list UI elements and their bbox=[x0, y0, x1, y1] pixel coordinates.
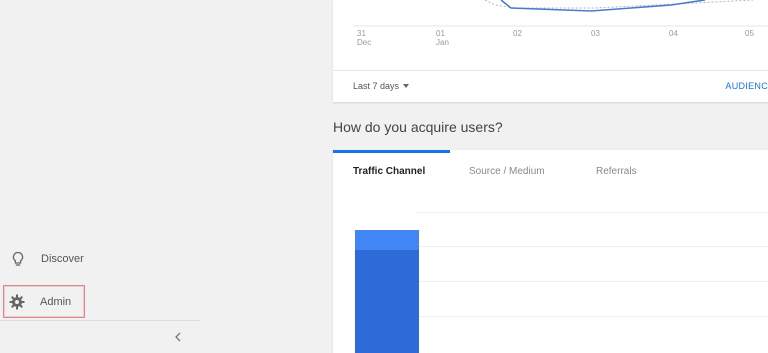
chart-gridline bbox=[416, 281, 768, 282]
x-axis-tick: 01 Jan bbox=[436, 29, 449, 47]
date-range-label: Last 7 days bbox=[353, 81, 400, 91]
audience-overview-link[interactable]: AUDIENC bbox=[725, 81, 768, 91]
sidebar-item-admin[interactable]: Admin bbox=[3, 285, 85, 318]
x-axis-tick: 04 bbox=[669, 29, 678, 38]
chart-gridline bbox=[416, 316, 768, 317]
tab-source-medium[interactable]: Source / Medium bbox=[469, 166, 545, 177]
x-axis-tick: 31 Dec bbox=[357, 29, 372, 47]
gear-icon bbox=[7, 292, 27, 312]
date-range-dropdown[interactable]: Last 7 days bbox=[353, 81, 410, 91]
channel-bar-segment-main bbox=[355, 250, 419, 353]
sidebar-item-discover[interactable]: Discover bbox=[6, 245, 86, 273]
collapse-sidebar-button[interactable] bbox=[170, 330, 186, 346]
users-line-chart bbox=[353, 0, 768, 27]
main-content: 31 Dec 01 Jan 02 03 04 05 Last 7 days AUDI… bbox=[333, 0, 768, 353]
chart-gridline bbox=[416, 246, 768, 247]
sidebar-divider bbox=[0, 320, 200, 321]
chevron-left-icon bbox=[174, 329, 182, 347]
users-overview-card: 31 Dec 01 Jan 02 03 04 05 Last 7 days AUDI… bbox=[333, 0, 768, 102]
tab-referrals[interactable]: Referrals bbox=[596, 166, 637, 177]
x-axis-tick: 03 bbox=[591, 29, 600, 38]
x-axis-tick: 05 bbox=[745, 29, 754, 38]
tab-traffic-channel[interactable]: Traffic Channel bbox=[353, 166, 425, 177]
lightbulb-icon bbox=[8, 249, 28, 269]
channel-bar-segment-top bbox=[355, 230, 419, 250]
chart-gridline bbox=[416, 212, 768, 213]
caret-down-icon bbox=[403, 84, 410, 88]
previous-period-line bbox=[484, 0, 754, 9]
acquisition-card: Traffic Channel Source / Medium Referral… bbox=[333, 150, 768, 353]
current-period-line bbox=[500, 0, 706, 12]
card-divider bbox=[333, 70, 768, 71]
x-axis-tick: 02 bbox=[513, 29, 522, 38]
sidebar-item-label: Discover bbox=[41, 253, 84, 265]
active-tab-indicator bbox=[333, 150, 450, 153]
section-title: How do you acquire users? bbox=[333, 119, 503, 135]
sidebar: Discover Admin bbox=[0, 0, 200, 353]
sidebar-item-label: Admin bbox=[40, 295, 72, 308]
